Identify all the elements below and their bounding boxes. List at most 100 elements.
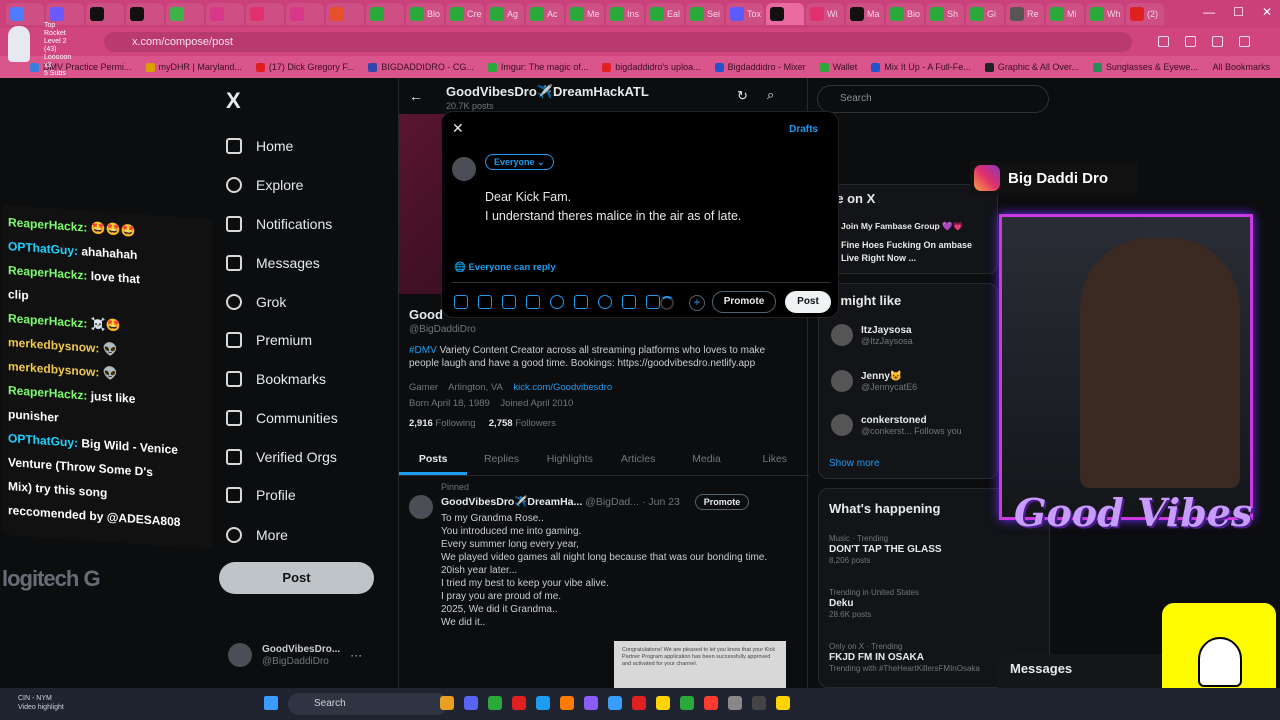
- close-window-icon[interactable]: ✕: [1262, 5, 1272, 19]
- followers-count[interactable]: 2,758: [489, 418, 513, 429]
- browser-tab[interactable]: Blo: [406, 3, 444, 25]
- taskbar-app-icon[interactable]: [440, 696, 454, 710]
- taskbar-app-icon[interactable]: [656, 696, 670, 710]
- live-item[interactable]: Fine Hoes Fucking On ambase Live Right N…: [841, 239, 991, 265]
- bookmark-item[interactable]: Sunglasses & Eyewe...: [1092, 62, 1198, 72]
- followers-label[interactable]: Followers: [515, 418, 556, 429]
- emoji-icon[interactable]: [550, 295, 564, 309]
- more-dots-icon[interactable]: ···: [350, 648, 362, 662]
- suggestion-item[interactable]: ItzJaysosa @ItzJaysosa: [831, 324, 913, 346]
- taskbar-app-icon[interactable]: [608, 696, 622, 710]
- trend-item[interactable]: Trending in United States Deku 28.6K posts: [829, 587, 919, 620]
- taskbar-app-icon[interactable]: [752, 696, 766, 710]
- browser-tab[interactable]: [86, 3, 124, 25]
- browser-tab[interactable]: Ac: [526, 3, 564, 25]
- taskbar-app-icon[interactable]: [680, 696, 694, 710]
- browser-tab[interactable]: Tox: [726, 3, 764, 25]
- back-arrow-icon[interactable]: ←: [409, 88, 423, 104]
- browser-tab[interactable]: Re: [1006, 3, 1044, 25]
- nav-item-explore[interactable]: Explore: [226, 177, 303, 193]
- tab-articles[interactable]: Articles: [604, 444, 672, 475]
- browser-tab[interactable]: [246, 3, 284, 25]
- gif-icon[interactable]: [478, 295, 492, 309]
- browser-tab[interactable]: Eal: [646, 3, 684, 25]
- nav-item-grok[interactable]: Grok: [226, 294, 286, 310]
- bookmark-item[interactable]: Graphic & All Over...: [984, 62, 1079, 72]
- schedule-icon[interactable]: [574, 295, 588, 309]
- taskbar-app-icon[interactable]: [632, 696, 646, 710]
- bio-hashtag[interactable]: #DMV: [409, 345, 437, 356]
- menu-icon[interactable]: [1239, 36, 1250, 47]
- following-count[interactable]: 2,916: [409, 418, 433, 429]
- reply-setting[interactable]: 🌐 Everyone can reply: [454, 262, 556, 273]
- profile-link[interactable]: kick.com/Goodvibesdro: [513, 382, 612, 393]
- poll-icon[interactable]: [526, 295, 540, 309]
- bookmark-item[interactable]: Imgur: The magic of...: [487, 62, 588, 72]
- nav-item-more[interactable]: More: [226, 527, 288, 543]
- trend-item[interactable]: Only on X · Trending FKJD FM IN OSAKA Tren…: [829, 641, 980, 674]
- browser-tab[interactable]: [286, 3, 324, 25]
- bookmark-item[interactable]: bigdaddidro's uploa...: [602, 62, 701, 72]
- compose-textarea[interactable]: Dear Kick Fam. I understand theres malice…: [485, 188, 741, 226]
- bold-icon[interactable]: [622, 295, 636, 309]
- browser-tab[interactable]: Wh: [1086, 3, 1124, 25]
- search-input[interactable]: Search: [817, 85, 1049, 113]
- bookmark-item[interactable]: myDHR | Maryland...: [145, 62, 242, 72]
- following-label[interactable]: Following: [435, 418, 475, 429]
- image-icon[interactable]: [454, 295, 468, 309]
- add-post-icon[interactable]: +: [689, 295, 705, 311]
- browser-tab[interactable]: Ag: [486, 3, 524, 25]
- taskbar-app-icon[interactable]: [536, 696, 550, 710]
- tweet-promote-button[interactable]: Promote: [695, 494, 749, 510]
- bookmark-item[interactable]: (17) Dick Gregory F...: [255, 62, 354, 72]
- nav-item-home[interactable]: Home: [226, 138, 293, 154]
- browser-tab[interactable]: [366, 3, 404, 25]
- browser-tab[interactable]: Mi: [1046, 3, 1084, 25]
- browser-tab[interactable]: [206, 3, 244, 25]
- taskbar-app-icon[interactable]: [464, 696, 478, 710]
- nav-item-communities[interactable]: Communities: [226, 410, 338, 426]
- tab-media[interactable]: Media: [672, 444, 740, 475]
- browser-tab[interactable]: Sei: [686, 3, 724, 25]
- browser-tab[interactable]: Ins: [606, 3, 644, 25]
- widget-news[interactable]: CIN - NYM Video highlight: [18, 694, 64, 712]
- minimize-icon[interactable]: —: [1203, 5, 1215, 19]
- browser-tab[interactable]: Bio: [886, 3, 924, 25]
- taskbar-app-icon[interactable]: [512, 696, 526, 710]
- live-item[interactable]: Join My Fambase Group 💜💗: [841, 221, 963, 232]
- audience-selector[interactable]: Everyone ⌄: [485, 154, 554, 170]
- browser-tab[interactable]: Gi: [966, 3, 1004, 25]
- location-icon[interactable]: [598, 295, 612, 309]
- grok-icon[interactable]: [502, 295, 516, 309]
- browser-tab[interactable]: Wi: [806, 3, 844, 25]
- profile-icon[interactable]: [1212, 36, 1223, 47]
- account-switcher[interactable]: GoodVibesDro... @BigDaddiDro ···: [228, 643, 362, 667]
- maximize-icon[interactable]: ☐: [1233, 5, 1244, 19]
- tab-highlights[interactable]: Highlights: [536, 444, 604, 475]
- taskbar-app-icon[interactable]: [728, 696, 742, 710]
- bookmark-item[interactable]: BIGDADDIDRO - CG...: [368, 62, 474, 72]
- messages-drawer[interactable]: Messages: [998, 654, 1178, 688]
- taskbar-app-icon[interactable]: [584, 696, 598, 710]
- suggestion-item[interactable]: conkerstoned @conkerst... Follows you: [831, 414, 962, 436]
- tab-posts[interactable]: Posts: [399, 444, 468, 475]
- suggestion-item[interactable]: Jenny😺 @JennycatE6: [831, 370, 917, 392]
- star-icon[interactable]: [1185, 36, 1196, 47]
- tab-replies[interactable]: Replies: [467, 444, 535, 475]
- url-field[interactable]: x.com/compose/post: [104, 32, 1132, 52]
- browser-tab[interactable]: [326, 3, 364, 25]
- nav-item-verified-orgs[interactable]: Verified Orgs: [226, 449, 337, 465]
- taskbar-app-icon[interactable]: [704, 696, 718, 710]
- post-button[interactable]: Post: [219, 562, 374, 594]
- all-bookmarks-link[interactable]: All Bookmarks: [1212, 62, 1270, 72]
- browser-tab[interactable]: Ma: [846, 3, 884, 25]
- windows-start-icon[interactable]: [264, 696, 278, 710]
- close-icon[interactable]: ✕: [452, 120, 464, 137]
- browser-tab[interactable]: (2): [1126, 3, 1164, 25]
- post-submit-button[interactable]: Post: [785, 291, 831, 313]
- taskbar-app-icon[interactable]: [560, 696, 574, 710]
- browser-tab[interactable]: Cre: [446, 3, 484, 25]
- nav-item-notifications[interactable]: Notifications: [226, 216, 332, 232]
- browser-tab[interactable]: [126, 3, 164, 25]
- nav-item-profile[interactable]: Profile: [226, 487, 296, 503]
